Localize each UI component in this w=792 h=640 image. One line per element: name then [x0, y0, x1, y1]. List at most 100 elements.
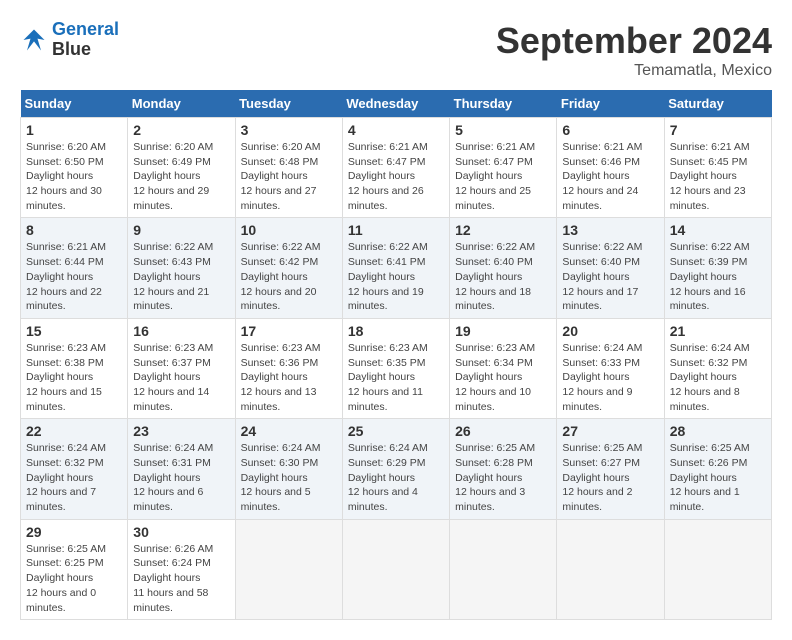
calendar-day-cell: 11 Sunrise: 6:22 AMSunset: 6:41 PMDayligh…: [342, 218, 449, 318]
day-info: Sunrise: 6:24 AMSunset: 6:32 PMDaylight …: [26, 441, 122, 514]
calendar-empty-cell: [557, 519, 664, 619]
day-number: 28: [670, 423, 766, 439]
title-block: September 2024 Temamatla, Mexico: [496, 20, 772, 80]
header-tuesday: Tuesday: [235, 90, 342, 118]
calendar-day-cell: 9 Sunrise: 6:22 AMSunset: 6:43 PMDaylight…: [128, 218, 235, 318]
day-info: Sunrise: 6:22 AMSunset: 6:39 PMDaylight …: [670, 240, 766, 313]
day-number: 4: [348, 122, 444, 138]
day-number: 25: [348, 423, 444, 439]
calendar-day-cell: 24 Sunrise: 6:24 AMSunset: 6:30 PMDayligh…: [235, 419, 342, 519]
header-monday: Monday: [128, 90, 235, 118]
day-number: 10: [241, 222, 337, 238]
calendar-week-row: 1Sunrise: 6:20 AMSunset: 6:50 PMDaylight…: [21, 118, 772, 218]
calendar-day-cell: 10 Sunrise: 6:22 AMSunset: 6:42 PMDayligh…: [235, 218, 342, 318]
calendar-day-cell: 7 Sunrise: 6:21 AMSunset: 6:45 PMDaylight…: [664, 118, 771, 218]
header-sunday: Sunday: [21, 90, 128, 118]
day-info: Sunrise: 6:21 AMSunset: 6:46 PMDaylight …: [562, 140, 658, 213]
header-thursday: Thursday: [450, 90, 557, 118]
day-number: 19: [455, 323, 551, 339]
calendar-day-cell: 19 Sunrise: 6:23 AMSunset: 6:34 PMDayligh…: [450, 318, 557, 418]
calendar-day-cell: 1Sunrise: 6:20 AMSunset: 6:50 PMDaylight…: [21, 118, 128, 218]
day-number: 18: [348, 323, 444, 339]
calendar-day-cell: 5 Sunrise: 6:21 AMSunset: 6:47 PMDaylight…: [450, 118, 557, 218]
calendar-day-cell: 8 Sunrise: 6:21 AMSunset: 6:44 PMDaylight…: [21, 218, 128, 318]
day-info: Sunrise: 6:24 AMSunset: 6:29 PMDaylight …: [348, 441, 444, 514]
calendar-week-row: 22Sunrise: 6:24 AMSunset: 6:32 PMDayligh…: [21, 419, 772, 519]
day-info: Sunrise: 6:22 AMSunset: 6:41 PMDaylight …: [348, 240, 444, 313]
day-info: Sunrise: 6:24 AMSunset: 6:32 PMDaylight …: [670, 341, 766, 414]
calendar-empty-cell: [664, 519, 771, 619]
day-number: 27: [562, 423, 658, 439]
logo-icon: [20, 26, 48, 54]
day-number: 17: [241, 323, 337, 339]
day-number: 20: [562, 323, 658, 339]
day-info: Sunrise: 6:23 AMSunset: 6:36 PMDaylight …: [241, 341, 337, 414]
calendar-day-cell: 14 Sunrise: 6:22 AMSunset: 6:39 PMDayligh…: [664, 218, 771, 318]
day-info: Sunrise: 6:25 AMSunset: 6:26 PMDaylight …: [670, 441, 766, 514]
day-info: Sunrise: 6:23 AMSunset: 6:37 PMDaylight …: [133, 341, 229, 414]
location-title: Temamatla, Mexico: [496, 62, 772, 80]
day-number: 30: [133, 524, 229, 540]
day-info: Sunrise: 6:22 AMSunset: 6:40 PMDaylight …: [562, 240, 658, 313]
page-header: GeneralBlue September 2024 Temamatla, Me…: [20, 20, 772, 80]
calendar-day-cell: 18 Sunrise: 6:23 AMSunset: 6:35 PMDayligh…: [342, 318, 449, 418]
day-number: 23: [133, 423, 229, 439]
day-info: Sunrise: 6:21 AMSunset: 6:45 PMDaylight …: [670, 140, 766, 213]
day-number: 1: [26, 122, 122, 138]
calendar-day-cell: 13 Sunrise: 6:22 AMSunset: 6:40 PMDayligh…: [557, 218, 664, 318]
day-info: Sunrise: 6:25 AMSunset: 6:28 PMDaylight …: [455, 441, 551, 514]
calendar-day-cell: 26 Sunrise: 6:25 AMSunset: 6:28 PMDayligh…: [450, 419, 557, 519]
calendar-day-cell: 20 Sunrise: 6:24 AMSunset: 6:33 PMDayligh…: [557, 318, 664, 418]
calendar-week-row: 8 Sunrise: 6:21 AMSunset: 6:44 PMDaylight…: [21, 218, 772, 318]
calendar-table: SundayMondayTuesdayWednesdayThursdayFrid…: [20, 90, 772, 620]
calendar-day-cell: 22Sunrise: 6:24 AMSunset: 6:32 PMDayligh…: [21, 419, 128, 519]
day-info: Sunrise: 6:23 AMSunset: 6:35 PMDaylight …: [348, 341, 444, 414]
header-saturday: Saturday: [664, 90, 771, 118]
calendar-empty-cell: [235, 519, 342, 619]
calendar-day-cell: 30 Sunrise: 6:26 AMSunset: 6:24 PMDayligh…: [128, 519, 235, 619]
day-number: 8: [26, 222, 122, 238]
calendar-day-cell: 4 Sunrise: 6:21 AMSunset: 6:47 PMDaylight…: [342, 118, 449, 218]
day-info: Sunrise: 6:20 AMSunset: 6:48 PMDaylight …: [241, 140, 337, 213]
day-info: Sunrise: 6:21 AMSunset: 6:47 PMDaylight …: [455, 140, 551, 213]
day-number: 2: [133, 122, 229, 138]
day-info: Sunrise: 6:24 AMSunset: 6:31 PMDaylight …: [133, 441, 229, 514]
calendar-day-cell: 27Sunrise: 6:25 AMSunset: 6:27 PMDayligh…: [557, 419, 664, 519]
day-number: 14: [670, 222, 766, 238]
day-info: Sunrise: 6:23 AMSunset: 6:38 PMDaylight …: [26, 341, 122, 414]
calendar-day-cell: 16Sunrise: 6:23 AMSunset: 6:37 PMDayligh…: [128, 318, 235, 418]
day-number: 6: [562, 122, 658, 138]
day-info: Sunrise: 6:22 AMSunset: 6:43 PMDaylight …: [133, 240, 229, 313]
day-number: 21: [670, 323, 766, 339]
day-number: 15: [26, 323, 122, 339]
day-info: Sunrise: 6:26 AMSunset: 6:24 PMDaylight …: [133, 542, 229, 615]
calendar-day-cell: 6 Sunrise: 6:21 AMSunset: 6:46 PMDaylight…: [557, 118, 664, 218]
day-info: Sunrise: 6:22 AMSunset: 6:42 PMDaylight …: [241, 240, 337, 313]
calendar-empty-cell: [342, 519, 449, 619]
day-number: 24: [241, 423, 337, 439]
day-info: Sunrise: 6:21 AMSunset: 6:44 PMDaylight …: [26, 240, 122, 313]
day-number: 26: [455, 423, 551, 439]
day-number: 5: [455, 122, 551, 138]
day-number: 9: [133, 222, 229, 238]
day-number: 3: [241, 122, 337, 138]
calendar-week-row: 15 Sunrise: 6:23 AMSunset: 6:38 PMDayligh…: [21, 318, 772, 418]
calendar-day-cell: 29Sunrise: 6:25 AMSunset: 6:25 PMDayligh…: [21, 519, 128, 619]
calendar-day-cell: 12Sunrise: 6:22 AMSunset: 6:40 PMDayligh…: [450, 218, 557, 318]
calendar-day-cell: 15 Sunrise: 6:23 AMSunset: 6:38 PMDayligh…: [21, 318, 128, 418]
day-info: Sunrise: 6:24 AMSunset: 6:33 PMDaylight …: [562, 341, 658, 414]
day-info: Sunrise: 6:24 AMSunset: 6:30 PMDaylight …: [241, 441, 337, 514]
day-number: 11: [348, 222, 444, 238]
day-info: Sunrise: 6:22 AMSunset: 6:40 PMDaylight …: [455, 240, 551, 313]
calendar-day-cell: 23 Sunrise: 6:24 AMSunset: 6:31 PMDayligh…: [128, 419, 235, 519]
day-number: 29: [26, 524, 122, 540]
day-number: 7: [670, 122, 766, 138]
calendar-day-cell: 3 Sunrise: 6:20 AMSunset: 6:48 PMDaylight…: [235, 118, 342, 218]
day-info: Sunrise: 6:23 AMSunset: 6:34 PMDaylight …: [455, 341, 551, 414]
calendar-week-row: 29Sunrise: 6:25 AMSunset: 6:25 PMDayligh…: [21, 519, 772, 619]
logo-text: GeneralBlue: [52, 20, 119, 60]
calendar-day-cell: 21 Sunrise: 6:24 AMSunset: 6:32 PMDayligh…: [664, 318, 771, 418]
day-info: Sunrise: 6:21 AMSunset: 6:47 PMDaylight …: [348, 140, 444, 213]
day-number: 13: [562, 222, 658, 238]
calendar-day-cell: 2Sunrise: 6:20 AMSunset: 6:49 PMDaylight…: [128, 118, 235, 218]
